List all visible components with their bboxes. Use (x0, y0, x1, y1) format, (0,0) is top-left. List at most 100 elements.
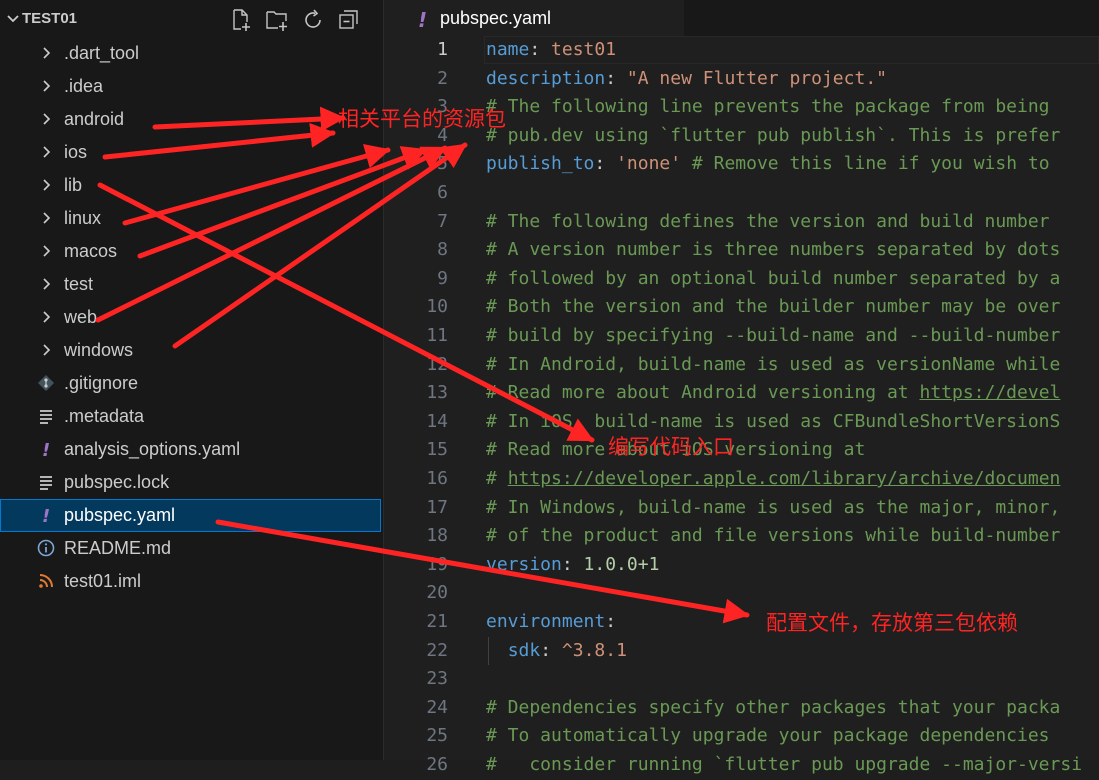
code-text: description: "A new Flutter project." (486, 65, 887, 94)
code-text: # Read more about Android versioning at … (486, 379, 1060, 408)
code-line: 18 # of the product and file versions whi… (384, 522, 1099, 551)
code-line: 9 # followed by an optional build number … (384, 265, 1099, 294)
code-token: # build by specifying --build-name and -… (486, 325, 1061, 346)
code-line: 26 # consider running `flutter pub upgrad… (384, 751, 1099, 780)
code-token: https://developer.apple.com/library/arch… (507, 468, 1061, 489)
code-text: # In iOS, build-name is used as CFBundle… (486, 408, 1060, 437)
code-line: 7 # The following defines the version and… (384, 208, 1099, 237)
line-number: 25 (426, 725, 448, 747)
code-text: # followed by an optional build number s… (486, 265, 1060, 294)
line-number: 26 (426, 754, 448, 775)
tree-item-label: android (64, 109, 125, 129)
chevron-right-icon (43, 80, 51, 92)
new-file-icon[interactable] (229, 8, 253, 32)
code-token: # (486, 468, 508, 489)
code-line: 22 sdk: ^3.8.1 (384, 637, 1099, 666)
code-token: # pub.dev using `flutter pub publish`. T… (486, 124, 1061, 146)
file-item[interactable]: pubspec.lock (0, 466, 381, 499)
code-token: # Dependencies specify other packages th… (486, 696, 1061, 718)
folder-item[interactable]: test (0, 268, 381, 301)
folder-item[interactable]: linux (0, 202, 381, 235)
code-line: 8 # A version number is three numbers sep… (384, 236, 1099, 265)
line-number: 23 (426, 668, 448, 690)
chevron-down-icon[interactable] (5, 9, 21, 29)
code-text: # of the product and file versions while… (486, 522, 1060, 551)
chevron-right-icon (43, 113, 51, 125)
svg-text:!: ! (42, 506, 50, 525)
line-number: 10 (426, 296, 448, 318)
folder-title[interactable]: TEST01 (22, 10, 77, 27)
tree-item-label: windows (64, 340, 134, 360)
code-token: # followed by an optional build number s… (486, 267, 1061, 289)
code-text: # In Windows, build-name is used as the … (486, 494, 1060, 523)
code-text: # The following defines the version and … (486, 208, 1050, 237)
code-token: name (486, 39, 530, 60)
code-line: 10 # Both the version and the builder num… (384, 293, 1099, 322)
code-text: version: 1.0.0+1 (486, 551, 659, 580)
code-token: # In iOS, build-name is used as CFBundle… (486, 410, 1061, 432)
lines-icon (40, 410, 52, 424)
code-token: # In Windows, build-name is used as the … (486, 496, 1061, 518)
file-item[interactable]: README.md (0, 532, 381, 565)
code-token: # of the product and file versions while… (486, 525, 1061, 547)
line-number: 18 (426, 525, 448, 547)
file-item[interactable]: .metadata (0, 400, 381, 433)
code-token: publish_to (486, 153, 595, 175)
file-item[interactable]: .gitignore (0, 367, 381, 400)
line-number: 12 (426, 353, 448, 375)
line-number: 17 (426, 496, 448, 518)
code-token: "A new Flutter project." (626, 67, 887, 89)
svg-text:!: ! (42, 440, 50, 459)
chevron-right-icon (43, 344, 51, 356)
tree-item-label: lib (64, 175, 83, 195)
code-text: # To automatically upgrade your package … (486, 722, 1060, 751)
folder-item[interactable]: web (0, 301, 381, 334)
line-number: 14 (426, 410, 448, 432)
tree-item-label: .metadata (64, 406, 145, 426)
code-line: 12 # In Android, build-name is used as ve… (384, 351, 1099, 380)
code-token: ^3.8.1 (561, 639, 627, 661)
annotation-platform-resources: 相关平台的资源包 (338, 107, 506, 131)
code-token: # To automatically upgrade your package … (486, 725, 1061, 747)
line-number: 11 (426, 325, 448, 346)
file-item[interactable]: ! pubspec.yaml (0, 499, 381, 532)
collapse-all-icon[interactable] (337, 8, 361, 32)
tree-item-label: pubspec.yaml (64, 505, 176, 525)
folder-item[interactable]: ios (0, 136, 381, 169)
code-text: # pub.dev using `flutter pub publish`. T… (486, 122, 1060, 151)
line-number: 22 (426, 639, 448, 661)
code-token: environment (486, 611, 606, 632)
line-number: 13 (426, 382, 448, 404)
code-line: 23 (384, 665, 1099, 694)
folder-item[interactable]: .idea (0, 70, 381, 103)
file-item[interactable]: test01.iml (0, 565, 381, 598)
file-item[interactable]: ! analysis_options.yaml (0, 433, 381, 466)
tab-pubspec-yaml[interactable]: ! pubspec.yaml (384, 0, 684, 36)
explorer-header: TEST01 (0, 0, 383, 40)
code-token: sdk (507, 639, 541, 661)
code-token: : (529, 39, 552, 60)
tree-item-label: .idea (64, 76, 104, 96)
folder-item[interactable]: lib (0, 169, 381, 202)
tree-item-label: web (64, 307, 98, 327)
code-text: # consider running `flutter pub upgrade … (486, 751, 1082, 780)
code-token: : (605, 67, 627, 89)
line-number: 15 (426, 439, 448, 461)
new-folder-icon[interactable] (265, 8, 289, 32)
chevron-right-icon (43, 212, 51, 224)
code-text: # https://developer.apple.com/library/ar… (486, 465, 1060, 494)
folder-item[interactable]: .dart_tool (0, 37, 381, 70)
tree-item-label: test01.iml (64, 571, 142, 591)
folder-item[interactable]: macos (0, 235, 381, 268)
refresh-icon[interactable] (301, 8, 325, 32)
tree-item-label: README.md (64, 538, 172, 558)
code-token: 1.0.0+1 (583, 553, 660, 575)
folder-item[interactable]: android (0, 103, 381, 136)
code-token: # A version number is three numbers sepa… (486, 239, 1061, 261)
folder-item[interactable]: windows (0, 334, 381, 367)
chevron-right-icon (43, 146, 51, 158)
code-line: 13 # Read more about Android versioning a… (384, 379, 1099, 408)
code-token: # consider running `flutter pub upgrade … (486, 754, 1083, 775)
tab-bar: ! pubspec.yaml (384, 0, 1099, 36)
line-number: 8 (437, 239, 448, 261)
